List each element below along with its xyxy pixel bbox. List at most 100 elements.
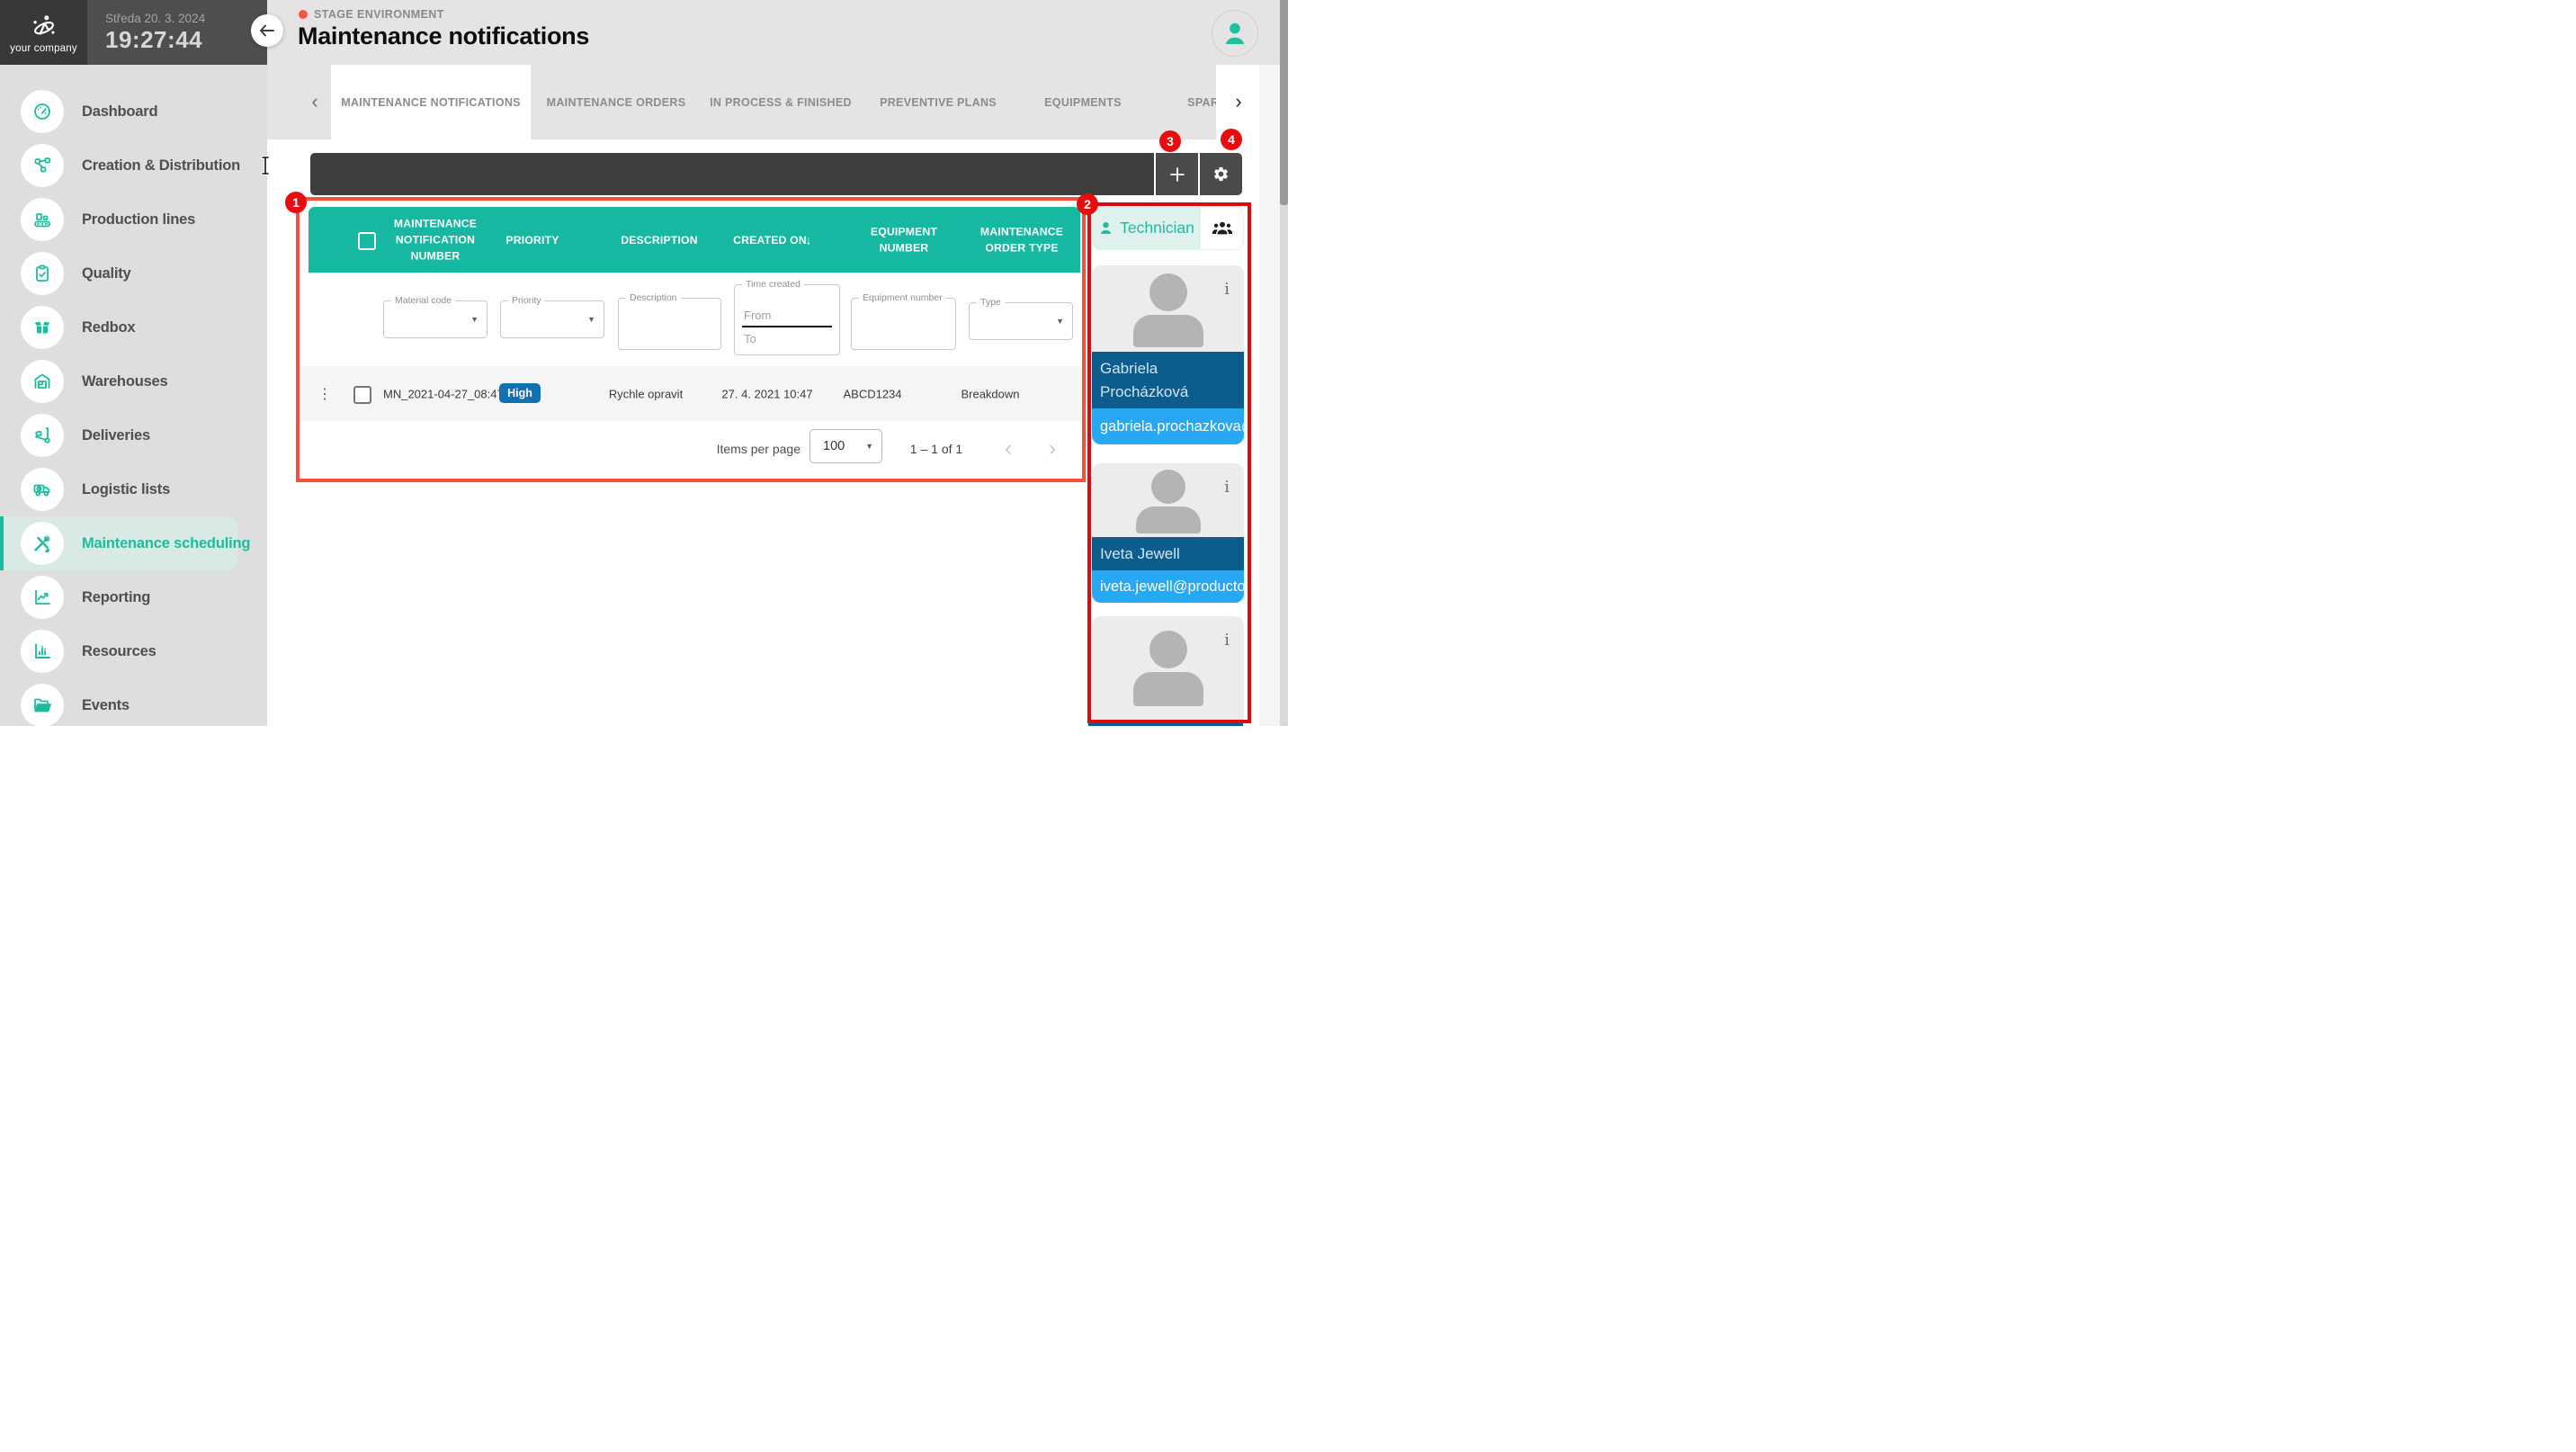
info-icon[interactable]: i — [1224, 478, 1230, 497]
technician-email[interactable]: gabriela.prochazkova@ — [1092, 408, 1244, 444]
technician-name[interactable]: Gabriela Procházková — [1092, 352, 1244, 408]
cell-equipment-number: ABCD1234 — [843, 387, 901, 400]
filter-type[interactable]: Type ▼ — [969, 302, 1073, 340]
technician-card-avatar[interactable]: i — [1092, 463, 1244, 537]
sidebar-item-dashboard[interactable]: Dashboard — [0, 85, 267, 139]
scrollbar-thumb[interactable] — [1280, 0, 1288, 205]
avatar — [1149, 273, 1187, 311]
sidebar-item-events[interactable]: Events — [0, 678, 267, 726]
filter-time-created[interactable]: Time created From To — [734, 284, 840, 355]
cell-created-on: 27. 4. 2021 10:47 — [721, 387, 812, 400]
sidebar-item-reporting[interactable]: Reporting — [0, 570, 267, 624]
annotation-mark-4: 4 — [1221, 129, 1242, 150]
select-all-checkbox[interactable] — [358, 232, 376, 250]
sidebar-item-creation-distribution[interactable]: Creation & Distribution — [0, 139, 267, 193]
current-time: 19:27:44 — [105, 26, 267, 54]
current-date: Středa 20. 3. 2024 — [105, 12, 267, 25]
previous-page-icon[interactable]: ‹ — [1005, 436, 1012, 462]
sidebar-item-maintenance-scheduling[interactable]: Maintenance scheduling — [0, 516, 267, 570]
technician-name[interactable]: Iveta Jewell — [1092, 537, 1244, 570]
pagination-bar: Items per page 100 ▼ 1 – 1 of 1 ‹ › — [300, 421, 1082, 477]
technician-name-sliver — [1088, 723, 1243, 726]
add-notification-button[interactable] — [1156, 153, 1198, 195]
row-menu-icon[interactable]: ⋮ — [318, 385, 332, 403]
filter-material-code[interactable]: Material code ▼ — [383, 300, 487, 338]
tabs-scroll-right-icon[interactable]: › — [1225, 88, 1252, 115]
time-to-input[interactable]: To — [744, 332, 756, 345]
chevron-down-icon: ▼ — [865, 442, 873, 451]
quality-icon — [21, 252, 64, 295]
table-row[interactable]: ⋮ MN_2021-04-27_08:47:... High Rychle op… — [300, 366, 1082, 421]
info-icon[interactable]: i — [1224, 631, 1230, 650]
technician-card-avatar[interactable]: i — [1092, 616, 1244, 720]
sidebar-item-warehouses[interactable]: Warehouses — [0, 354, 267, 408]
production-lines-icon — [21, 198, 64, 241]
redbox-icon — [21, 306, 64, 349]
technician-tab[interactable]: Technician — [1092, 206, 1200, 250]
back-button[interactable] — [251, 14, 283, 47]
filter-description[interactable]: Description — [618, 298, 721, 350]
arrow-left-icon — [259, 24, 275, 37]
sort-desc-icon[interactable]: ↓ — [806, 231, 812, 249]
sidebar-item-redbox[interactable]: Redbox — [0, 300, 267, 354]
plus-icon — [1168, 166, 1186, 184]
next-page-icon[interactable]: › — [1049, 436, 1056, 462]
person-icon — [1097, 220, 1114, 237]
group-tab[interactable] — [1200, 206, 1244, 250]
warehouse-icon — [21, 360, 64, 403]
column-header-created-on[interactable]: CREATED ON — [733, 231, 807, 247]
reporting-icon — [21, 576, 64, 619]
sidebar-item-deliveries[interactable]: Deliveries — [0, 408, 267, 462]
tab-bar: MAINTENANCE NOTIFICATIONS MAINTENANCE OR… — [267, 65, 1259, 139]
technician-card-avatar[interactable]: i — [1092, 265, 1244, 352]
sidebar-item-production-lines[interactable]: Production lines — [0, 193, 267, 246]
column-header-equipment-number[interactable]: EQUIPMENT NUMBER — [859, 223, 949, 256]
annotation-mark-2: 2 — [1077, 193, 1098, 215]
table-header: MAINTENANCE NOTIFICATION NUMBER PRIORITY… — [309, 207, 1080, 273]
environment-indicator: STAGE ENVIRONMENT — [299, 8, 444, 21]
cell-notification-number: MN_2021-04-27_08:47:... — [383, 387, 516, 400]
avatar — [1136, 506, 1201, 533]
gauge-icon — [21, 90, 64, 133]
truck-icon — [21, 468, 64, 511]
annotated-region-2-technician-panel: Technician i Gabriela Procházková gabrie… — [1087, 202, 1251, 723]
column-header-priority[interactable]: PRIORITY — [505, 231, 559, 247]
time-from-input[interactable]: From — [744, 309, 771, 322]
app-root: MAINTENANCE NOTIFICATIONS MAINTENANCE OR… — [0, 0, 1288, 726]
tab-maintenance-notifications[interactable]: MAINTENANCE NOTIFICATIONS — [341, 65, 521, 139]
info-icon[interactable]: i — [1224, 280, 1230, 299]
sidebar-item-resources[interactable]: Resources — [0, 624, 267, 678]
column-header-notification-number[interactable]: MAINTENANCE NOTIFICATION NUMBER — [385, 215, 486, 264]
row-checkbox[interactable] — [353, 386, 371, 404]
company-logo: your company — [0, 0, 87, 65]
right-margin — [1259, 65, 1280, 726]
column-header-order-type[interactable]: MAINTENANCE ORDER TYPE — [968, 223, 1076, 256]
table-settings-button[interactable] — [1200, 153, 1242, 195]
annotated-region-1-table: MAINTENANCE NOTIFICATION NUMBER PRIORITY… — [296, 197, 1086, 482]
technician-email[interactable]: iveta.jewell@producto — [1092, 570, 1244, 603]
tab-maintenance-orders[interactable]: MAINTENANCE ORDERS — [547, 65, 686, 139]
filter-equipment-number[interactable]: Equipment number — [851, 298, 956, 350]
column-header-description[interactable]: DESCRIPTION — [621, 231, 698, 247]
chevron-down-icon: ▼ — [1056, 317, 1064, 326]
time-from-underline — [742, 326, 832, 327]
items-per-page-label: Items per page — [717, 442, 801, 456]
toolbar-background — [310, 153, 1154, 195]
sidebar: Dashboard Creation & Distribution Produc… — [0, 65, 267, 726]
avatar — [1133, 315, 1203, 347]
page-size-select[interactable]: 100 ▼ — [809, 429, 882, 463]
filter-priority[interactable]: Priority ▼ — [500, 300, 604, 338]
avatar — [1133, 672, 1203, 706]
tab-in-process-finished[interactable]: IN PROCESS & FINISHED — [710, 65, 852, 139]
people-group-icon — [1211, 217, 1234, 240]
sidebar-item-quality[interactable]: Quality — [0, 246, 267, 300]
tabs-scroll-left-icon[interactable]: ‹ — [301, 88, 328, 115]
page-range-label: 1 – 1 of 1 — [910, 442, 962, 456]
cell-order-type: Breakdown — [961, 387, 1019, 400]
tab-preventive-plans[interactable]: PREVENTIVE PLANS — [880, 65, 997, 139]
sidebar-item-logistic-lists[interactable]: Logistic lists — [0, 462, 267, 516]
gear-icon — [1212, 166, 1230, 183]
tab-equipments[interactable]: EQUIPMENTS — [1044, 65, 1122, 139]
user-profile-button[interactable] — [1212, 10, 1258, 57]
environment-dot-icon — [299, 10, 308, 19]
